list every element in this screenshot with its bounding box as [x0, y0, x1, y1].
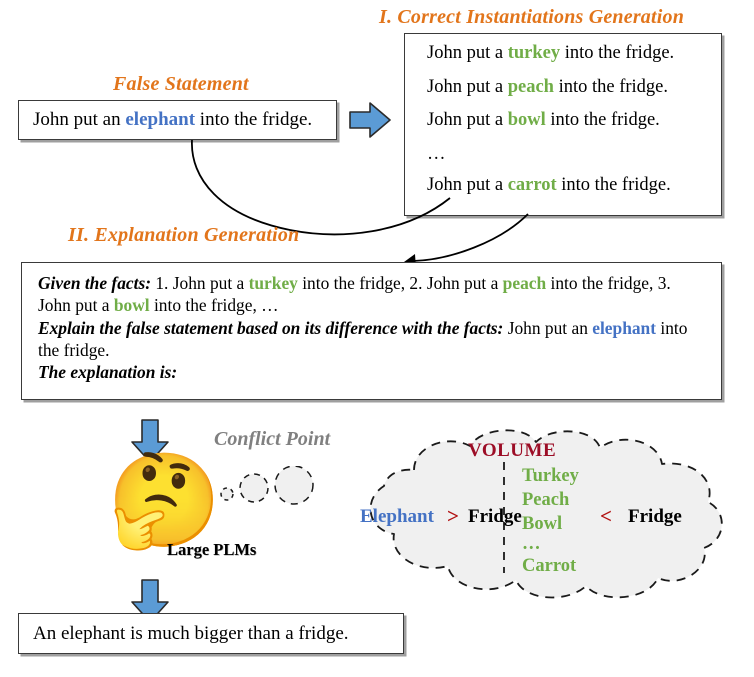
output-explanation-box: An elephant is much bigger than a fridge… — [18, 613, 404, 654]
conflict-point-label: Conflict Point — [214, 428, 331, 450]
explanation-instruction-lead: Explain the false statement based on its… — [38, 317, 504, 338]
explanation-facts-part1: 1. John put a — [151, 273, 249, 293]
arrow-right-icon — [349, 102, 391, 138]
explanation-facts-keyword-2: peach — [502, 273, 547, 293]
instantiation-suffix: into the fridge. — [560, 43, 675, 63]
thought-bubble-trail-icon — [220, 466, 314, 505]
false-statement-prefix: John put an — [33, 109, 126, 130]
instantiation-prefix: John put a — [427, 43, 508, 63]
explanation-answer-lead: The explanation is: — [38, 362, 178, 383]
conflict-point-cloud: VOLUME Elephant > Fridge Turkey Peach Bo… — [328, 428, 748, 603]
instantiation-suffix: into the fridge. — [545, 110, 660, 130]
false-statement-suffix: into the fridge. — [195, 109, 313, 130]
output-explanation-text: An elephant is much bigger than a fridge… — [33, 623, 349, 644]
explanation-prompt-box: Given the facts: 1. John put a turkey in… — [21, 262, 722, 400]
explanation-instruction-keyword: elephant — [592, 317, 657, 338]
instantiation-keyword: bowl — [507, 110, 546, 130]
explanation-facts-part2: into the fridge, 2. John put a — [297, 273, 503, 293]
right-compare-operator: < — [600, 504, 612, 528]
instantiation-suffix: into the fridge. — [553, 76, 668, 97]
instantiation-keyword: turkey — [507, 43, 561, 63]
model-label: Large PLMs — [167, 540, 257, 559]
volume-title: VOLUME — [468, 440, 557, 461]
false-statement-box: John put an elephant into the fridge. — [18, 100, 337, 140]
instantiation-keyword: carrot — [507, 175, 557, 195]
instantiation-keyword: peach — [507, 76, 554, 97]
instantiation-line: John put a carrot into the fridge. — [427, 176, 721, 195]
instantiation-prefix: John put a — [427, 76, 508, 97]
instantiation-prefix: John put a — [427, 110, 508, 130]
section-title-explanation-generation: II. Explanation Generation — [68, 224, 300, 246]
thinking-face-emoji: 🤔 — [107, 450, 222, 552]
cloud-item: Peach — [522, 490, 570, 510]
cloud-item-ellipsis: … — [522, 534, 542, 554]
right-compare-object: Fridge — [628, 506, 682, 527]
left-compare-object: Fridge — [468, 506, 522, 527]
instantiation-ellipsis: … — [427, 144, 721, 164]
left-compare-subject: Elephant — [360, 506, 434, 527]
left-compare-operator: > — [447, 504, 459, 528]
cloud-item: Carrot — [522, 556, 577, 576]
false-statement-keyword: elephant — [125, 109, 196, 130]
explanation-facts-keyword-3: bowl — [113, 295, 150, 316]
section-title-false-statement: False Statement — [113, 73, 249, 95]
explanation-facts-lead: Given the facts: — [38, 273, 152, 293]
cloud-item: Bowl — [522, 514, 563, 534]
instantiation-suffix: into the fridge. — [556, 175, 671, 195]
explanation-facts-paragraph: Given the facts: 1. John put a turkey in… — [38, 272, 707, 317]
explanation-facts-keyword-1: turkey — [248, 273, 298, 293]
instantiation-line: John put a turkey into the fridge. — [427, 44, 721, 63]
section-title-correct-instantiations: I. Correct Instantiations Generation — [379, 6, 685, 28]
instantiation-line: John put a peach into the fridge. — [427, 76, 721, 97]
explanation-instruction-part1: John put an — [503, 317, 593, 338]
explanation-facts-part4: into the fridge, … — [149, 295, 279, 316]
instantiation-line: John put a bowl into the fridge. — [427, 111, 721, 130]
false-statement-text: John put an elephant into the fridge. — [19, 101, 336, 139]
explanation-instruction-paragraph: Explain the false statement based on its… — [38, 317, 707, 362]
cloud-item: Turkey — [522, 466, 579, 486]
